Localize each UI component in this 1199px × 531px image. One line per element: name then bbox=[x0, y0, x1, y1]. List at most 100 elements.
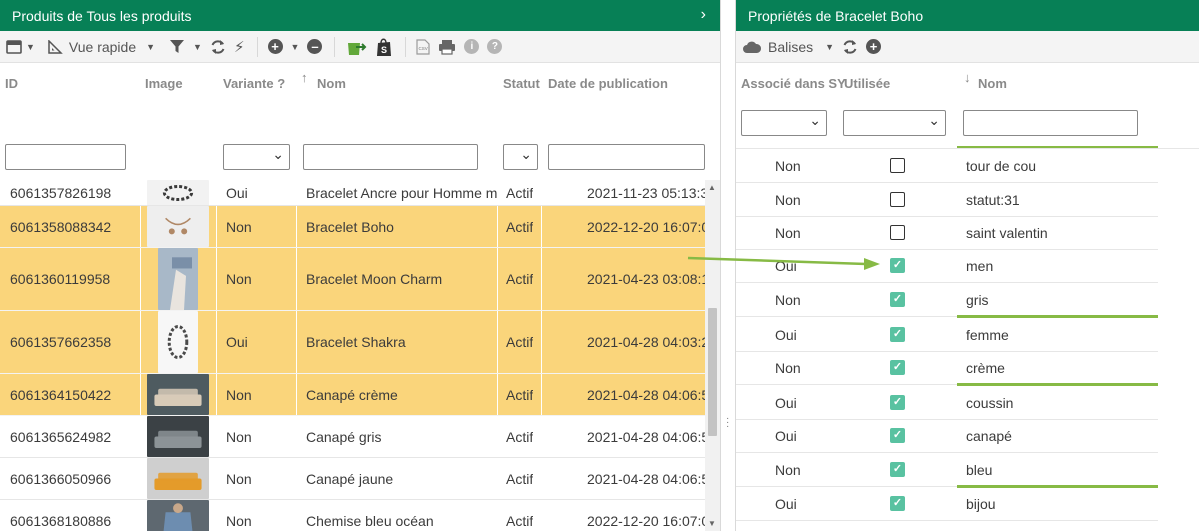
column-header-variante[interactable]: Variante ? bbox=[223, 76, 285, 91]
checkbox-unchecked[interactable] bbox=[890, 216, 905, 249]
panel-splitter[interactable]: · · · bbox=[722, 0, 734, 531]
cell-date: 2021-04-28 04:03:2 bbox=[587, 334, 705, 350]
tag-row[interactable]: Oui ✓ men bbox=[736, 249, 1158, 283]
tag-row[interactable]: Non ✓ bleu bbox=[736, 453, 1158, 488]
column-header-date[interactable]: Date de publication bbox=[548, 76, 668, 91]
tag-row[interactable]: Oui ✓ bijou bbox=[736, 487, 1158, 521]
filter-select-variante[interactable] bbox=[223, 144, 290, 170]
tag-row[interactable]: Oui ✓ femme bbox=[736, 318, 1158, 352]
cell-divider bbox=[140, 248, 141, 310]
quick-view-button[interactable]: Vue rapide ▼ bbox=[47, 39, 155, 55]
filter-select-utilisee[interactable] bbox=[843, 110, 946, 136]
tag-row[interactable]: Non tour de cou bbox=[736, 149, 1158, 183]
column-header-id[interactable]: ID bbox=[5, 76, 18, 91]
cell-tag-name: crème bbox=[966, 359, 1005, 376]
quick-view-label: Vue rapide bbox=[68, 38, 137, 55]
info-button[interactable]: i bbox=[464, 39, 480, 54]
print-button[interactable] bbox=[438, 39, 456, 55]
tag-row[interactable]: Oui ✓ canapé bbox=[736, 419, 1158, 453]
column-header-utilisee[interactable]: Utilisée bbox=[844, 76, 890, 91]
filter-input-date[interactable] bbox=[548, 144, 705, 170]
checkbox-unchecked[interactable] bbox=[890, 149, 905, 182]
cell-id: 6061357826198 bbox=[10, 184, 112, 201]
checkbox-checked[interactable]: ✓ bbox=[890, 249, 905, 282]
column-header-nom[interactable]: Nom bbox=[317, 76, 346, 91]
products-scrollbar[interactable]: ▲ ▼ bbox=[705, 180, 720, 531]
help-button[interactable]: ? bbox=[487, 39, 503, 54]
product-row[interactable]: 6061357826198 Oui Bracelet Ancre pour Homm… bbox=[0, 180, 705, 206]
filter-input-nom[interactable] bbox=[963, 110, 1138, 136]
tag-row[interactable]: Oui ✓ coussin bbox=[736, 386, 1158, 420]
refresh-button[interactable] bbox=[210, 39, 226, 55]
cell-id: 6061358088342 bbox=[10, 218, 112, 235]
filter-input-nom[interactable] bbox=[303, 144, 478, 170]
column-header-associe[interactable]: Associé dans SY bbox=[741, 76, 846, 91]
filter-button[interactable]: ▼ bbox=[169, 39, 202, 54]
cell-statut: Actif bbox=[506, 184, 534, 201]
tags-menu-button[interactable]: Balises ▼ bbox=[742, 39, 834, 55]
shopify-button[interactable]: S bbox=[375, 37, 393, 57]
shopify-bag-icon: S bbox=[377, 38, 392, 56]
cell-nom: Bracelet Ancre pour Homme m bbox=[306, 184, 498, 201]
column-header-nom[interactable]: Nom bbox=[978, 76, 1007, 91]
products-panel: Produits de Tous les produits › ▼ Vue ra… bbox=[0, 0, 721, 531]
tag-row[interactable]: Non statut:31 bbox=[736, 183, 1158, 217]
cell-variante: Non bbox=[226, 218, 252, 235]
product-thumbnail bbox=[146, 416, 210, 457]
tag-row[interactable]: Non ✓ crème bbox=[736, 351, 1158, 386]
layout-menu-button[interactable]: ▼ bbox=[6, 39, 35, 54]
column-header-image[interactable]: Image bbox=[145, 76, 183, 91]
product-row[interactable]: 6061360119958 Non Bracelet Moon Charm Actif… bbox=[0, 248, 705, 311]
properties-grid-header: Associé dans SY Utilisée ↓ Nom bbox=[736, 64, 1199, 148]
chevron-right-icon[interactable]: › bbox=[701, 6, 706, 24]
filter-select-statut[interactable] bbox=[503, 144, 538, 170]
scrollbar-thumb[interactable] bbox=[708, 308, 717, 436]
tag-row[interactable]: Non ✓ gris bbox=[736, 283, 1158, 318]
product-row[interactable]: 6061357662358 Oui Bracelet Shakra Actif 2021… bbox=[0, 311, 705, 374]
checkbox-checked[interactable]: ✓ bbox=[890, 487, 905, 520]
filter-input-id[interactable] bbox=[5, 144, 126, 170]
products-panel-title: Produits de Tous les produits bbox=[12, 7, 192, 24]
checkbox-checked[interactable]: ✓ bbox=[890, 318, 905, 351]
cell-statut: Actif bbox=[506, 334, 534, 350]
product-row[interactable]: 6061364150422 Non Canapé crème Actif 2021-04… bbox=[0, 374, 705, 416]
filter-select-associe[interactable] bbox=[741, 110, 827, 136]
cell-divider bbox=[140, 374, 141, 415]
checkbox-checked[interactable]: ✓ bbox=[890, 386, 905, 419]
checkbox-checked[interactable]: ✓ bbox=[890, 453, 905, 486]
product-row[interactable]: 6061358088342 Non Bracelet Boho Actif 2022-1… bbox=[0, 206, 705, 248]
product-row[interactable]: 6061366050966 Non Canapé jaune Actif 2021-04… bbox=[0, 458, 705, 500]
check-icon: ✓ bbox=[890, 496, 905, 511]
toolbar-divider bbox=[256, 36, 258, 57]
export-shop-button[interactable] bbox=[345, 38, 367, 56]
column-header-statut[interactable]: Statut bbox=[503, 76, 540, 91]
check-icon: ✓ bbox=[890, 292, 905, 307]
remove-button[interactable]: – bbox=[307, 39, 323, 54]
checkbox-checked[interactable]: ✓ bbox=[890, 283, 905, 316]
cell-tag-name: femme bbox=[966, 326, 1009, 343]
scroll-up-icon[interactable]: ▲ bbox=[708, 183, 716, 192]
checkbox-checked[interactable]: ✓ bbox=[890, 419, 905, 452]
product-row[interactable]: 6061368180886 Non Chemise bleu océan Actif 2… bbox=[0, 500, 705, 531]
product-row[interactable]: 6061365624982 Non Canapé gris Actif 2021-04-… bbox=[0, 416, 705, 458]
products-panel-titlebar: Produits de Tous les produits › bbox=[0, 0, 720, 31]
checkbox-checked[interactable]: ✓ bbox=[890, 351, 905, 384]
add-button[interactable]: + ▼ bbox=[267, 39, 299, 54]
bolt-icon[interactable]: ⚡︎ bbox=[234, 38, 245, 56]
cell-date: 2021-04-28 04:06:5 bbox=[587, 428, 705, 445]
cell-date: 2021-04-28 04:06:5 bbox=[587, 386, 705, 403]
tag-row[interactable]: Non saint valentin bbox=[736, 216, 1158, 250]
checkbox-unchecked[interactable] bbox=[890, 183, 905, 216]
drag-handle-icon[interactable]: · · · bbox=[726, 414, 729, 432]
product-thumbnail bbox=[146, 180, 210, 205]
caret-down-icon: ▼ bbox=[193, 41, 202, 52]
check-icon: ✓ bbox=[890, 428, 905, 443]
cell-variante: Non bbox=[226, 428, 252, 445]
scroll-down-icon[interactable]: ▼ bbox=[708, 519, 716, 528]
csv-export-button[interactable]: CSV bbox=[416, 38, 431, 55]
cell-tag-name: gris bbox=[966, 291, 989, 308]
add-tag-button[interactable]: + bbox=[866, 39, 882, 54]
csv-file-icon: CSV bbox=[416, 38, 431, 55]
cell-date: 2021-11-23 05:13:3 bbox=[587, 184, 705, 201]
refresh-button[interactable] bbox=[842, 39, 858, 55]
